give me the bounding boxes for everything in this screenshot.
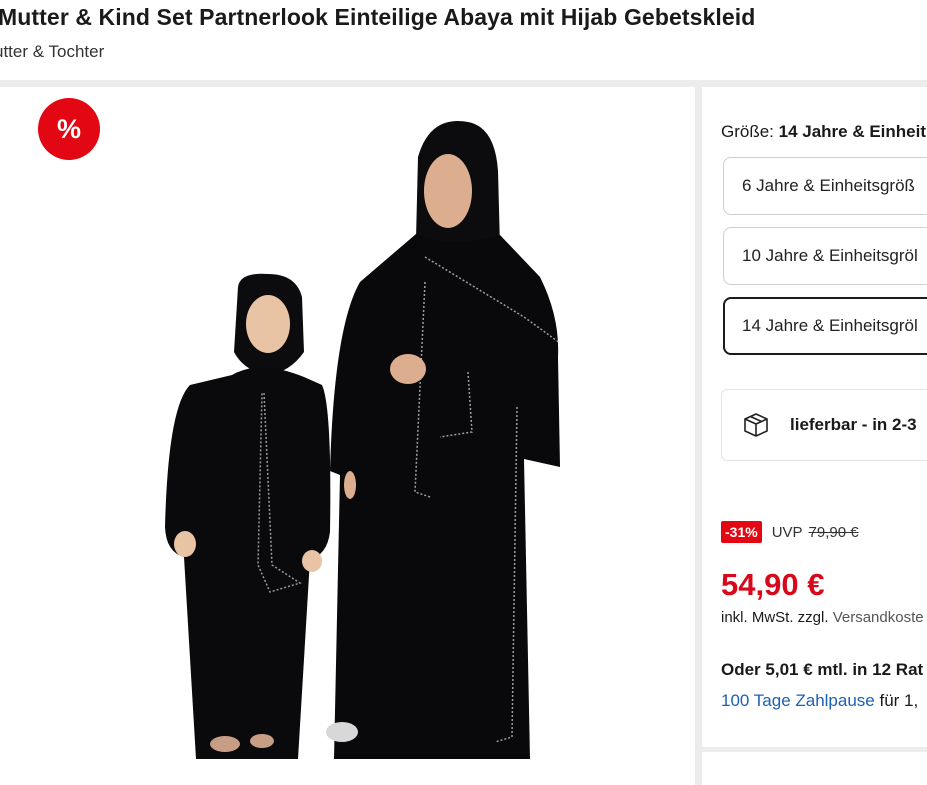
payment-pause-link[interactable]: 100 Tage Zahlpause: [721, 691, 875, 710]
child-figure: [165, 273, 331, 759]
current-price: 54,90 €: [721, 567, 825, 602]
discount-badge: -31%: [721, 521, 762, 543]
discount-row: -31% UVP 79,90 €: [721, 521, 859, 543]
mother-figure: [326, 121, 561, 759]
uvp-label: UVP: [771, 523, 803, 541]
product-title: Mutter & Kind Set Partnerlook Einteilige…: [0, 4, 756, 30]
sale-badge: %: [38, 98, 100, 160]
selected-size: 14 Jahre & Einheit: [778, 122, 927, 141]
size-label: Größe: 14 Jahre & Einheit: [721, 122, 927, 141]
old-price: 79,90 €: [808, 523, 859, 541]
tax-note: inkl. MwSt. zzgl. Versandkoste: [721, 609, 924, 626]
purchase-panel: Größe: 14 Jahre & Einheit 6 Jahre & Einh…: [702, 87, 927, 747]
delivery-text: lieferbar - in 2-3: [790, 415, 917, 434]
product-image[interactable]: [0, 87, 695, 785]
package-icon: [744, 413, 768, 437]
product-gallery[interactable]: %: [0, 87, 695, 785]
payment-pause: 100 Tage Zahlpause für 1,: [721, 691, 919, 710]
product-header: Mutter & Kind Set Partnerlook Einteilige…: [0, 0, 927, 80]
size-option-6[interactable]: 6 Jahre & Einheitsgröß: [723, 157, 927, 215]
next-panel: [702, 752, 927, 785]
installment-offer: Oder 5,01 € mtl. in 12 Rat: [721, 660, 924, 679]
size-option-14[interactable]: 14 Jahre & Einheitsgröl: [723, 297, 927, 355]
shipping-link[interactable]: Versandkoste: [833, 609, 924, 626]
size-option-10[interactable]: 10 Jahre & Einheitsgröl: [723, 227, 927, 285]
product-subtitle: utter & Tochter: [0, 42, 105, 61]
delivery-info: lieferbar - in 2-3: [721, 389, 927, 461]
